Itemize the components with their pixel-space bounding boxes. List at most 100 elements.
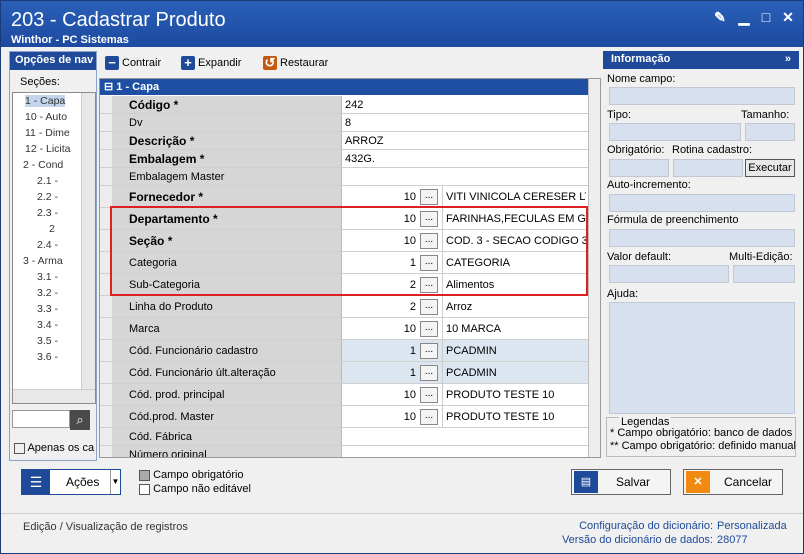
save-button[interactable]: ▤ Salvar	[571, 469, 671, 495]
section-search-input[interactable]	[12, 410, 70, 428]
grid-row[interactable]: Embalagem * 432G.	[100, 150, 588, 168]
edit-icon[interactable]: ✎	[713, 10, 727, 24]
tree-item[interactable]: 2.4 -	[37, 239, 58, 251]
field-value[interactable]	[342, 446, 588, 457]
grid-row[interactable]: Cód. prod. principal 10... PRODUTO TESTE 1…	[100, 384, 588, 406]
row-indicator	[100, 96, 112, 113]
ajuda-field[interactable]	[609, 302, 795, 414]
field-code[interactable]: 2	[342, 296, 416, 317]
grid-row[interactable]: Código * 242	[100, 96, 588, 114]
lookup-button[interactable]: ...	[420, 365, 438, 381]
chevron-down-icon[interactable]: ▼	[110, 470, 120, 494]
tree-item[interactable]: 3.2 -	[37, 287, 58, 299]
checkbox-box[interactable]	[14, 442, 25, 454]
field-value[interactable]: 10... VITI VINICOLA CERESER LTD	[342, 186, 588, 207]
minus-icon: −	[105, 56, 119, 70]
field-value[interactable]: ARROZ	[342, 132, 588, 149]
executar-button[interactable]: Executar	[745, 159, 795, 177]
grid-row[interactable]: Linha do Produto 2... Arroz	[100, 296, 588, 318]
tree-item[interactable]: 2 - Cond	[23, 159, 63, 171]
close-button[interactable]: ✕	[781, 10, 795, 24]
tree-horizontal-scrollbar[interactable]	[13, 389, 95, 403]
only-required-checkbox[interactable]: Apenas os ca	[14, 442, 94, 454]
lookup-button[interactable]: ...	[420, 299, 438, 315]
grid-row[interactable]: Dv 8	[100, 114, 588, 132]
collapse-label: Contrair	[122, 57, 162, 69]
grid-row[interactable]: Número original	[100, 446, 588, 457]
autoinc-field[interactable]	[609, 194, 795, 212]
lookup-button[interactable]: ...	[420, 321, 438, 337]
maximize-button[interactable]: □	[759, 10, 773, 24]
tree-item[interactable]: 3 - Arma	[23, 255, 63, 267]
grid-row[interactable]: Cód.prod. Master 10... PRODUTO TESTE 10	[100, 406, 588, 428]
tree-item[interactable]: 11 - Dime	[25, 127, 70, 139]
tree-item[interactable]: 3.1 -	[37, 271, 58, 283]
lookup-button[interactable]: ...	[420, 343, 438, 359]
rotina-field[interactable]	[673, 159, 743, 177]
tree-item[interactable]: 2	[49, 223, 55, 235]
tree-item[interactable]: 3.5 -	[37, 335, 58, 347]
tree-item[interactable]: 10 - Auto	[25, 111, 67, 123]
grid-vertical-scrollbar[interactable]	[588, 79, 600, 457]
title-bar: 203 - Cadastrar Produto Winthor - PC Sis…	[1, 1, 803, 47]
collapse-button[interactable]: − Contrair	[105, 56, 161, 70]
field-value[interactable]: 10... PRODUTO TESTE 10	[342, 406, 588, 427]
nome-campo-field[interactable]	[609, 87, 795, 105]
field-value[interactable]	[342, 428, 588, 445]
tree-vertical-scrollbar[interactable]	[81, 93, 95, 389]
actions-button[interactable]: ☰ Ações ▼	[21, 469, 121, 495]
tree-item[interactable]: 3.4 -	[37, 319, 58, 331]
valor-default-field[interactable]	[609, 265, 729, 283]
lookup-button[interactable]: ...	[420, 409, 438, 425]
grid-row[interactable]: Cód. Funcionário cadastro 1... PCADMIN	[100, 340, 588, 362]
field-value[interactable]	[342, 168, 588, 185]
field-code[interactable]: 1	[342, 340, 416, 361]
field-value[interactable]: 10... 10 MARCA	[342, 318, 588, 339]
tree-item[interactable]: 1 - Capa	[25, 95, 66, 107]
tree-item[interactable]: 2.2 -	[37, 191, 58, 203]
formula-field[interactable]	[609, 229, 795, 247]
field-value[interactable]: 432G.	[342, 150, 588, 167]
field-code[interactable]: 10	[342, 384, 416, 405]
field-value[interactable]: 8	[342, 114, 588, 131]
minimize-button[interactable]: ▁	[737, 10, 751, 24]
tree-item[interactable]: 12 - Licita	[25, 143, 71, 155]
field-value[interactable]: 10... PRODUTO TESTE 10	[342, 384, 588, 405]
grid-row[interactable]: Descrição * ARROZ	[100, 132, 588, 150]
row-indicator	[100, 168, 112, 185]
grid-row[interactable]: Cód. Fábrica	[100, 428, 588, 446]
field-code[interactable]: 10	[342, 318, 416, 339]
cancel-button[interactable]: ✕ Cancelar	[683, 469, 783, 495]
tree-item[interactable]: 3.6 -	[37, 351, 58, 363]
lookup-button[interactable]: ...	[420, 189, 438, 205]
only-required-label: Apenas os ca	[27, 442, 95, 454]
expand-button[interactable]: + Expandir	[181, 56, 241, 70]
grid-row[interactable]: Embalagem Master	[100, 168, 588, 186]
restore-button[interactable]: ↺ Restaurar	[263, 56, 328, 70]
tree-item[interactable]: 3.3 -	[37, 303, 58, 315]
field-code[interactable]: 10	[342, 186, 416, 207]
field-value[interactable]: 1... PCADMIN	[342, 362, 588, 383]
grid-row[interactable]: Fornecedor * 10... VITI VINICOLA CERESER L…	[100, 186, 588, 208]
save-label: Salvar	[616, 475, 651, 489]
tipo-field[interactable]	[609, 123, 741, 141]
grid-row[interactable]: Cód. Funcionário últ.alteração 1... PCADMI…	[100, 362, 588, 384]
info-panel: Informação » Nome campo: Tipo: Tamanho: O…	[603, 51, 799, 461]
field-value[interactable]: 2... Arroz	[342, 296, 588, 317]
tree-item[interactable]: 2.1 -	[37, 175, 58, 187]
field-value[interactable]: 1... PCADMIN	[342, 340, 588, 361]
field-value[interactable]: 242	[342, 96, 588, 113]
multi-edicao-field[interactable]	[733, 265, 795, 283]
group-header[interactable]: ⊟ 1 - Capa	[100, 79, 588, 95]
search-icon[interactable]: ⌕	[70, 410, 90, 430]
field-code[interactable]: 10	[342, 406, 416, 427]
grid-row[interactable]: Marca 10... 10 MARCA	[100, 318, 588, 340]
tree-item[interactable]: 2.3 -	[37, 207, 58, 219]
double-chevron-icon[interactable]: »	[785, 53, 791, 65]
tamanho-field[interactable]	[745, 123, 795, 141]
field-code[interactable]: 1	[342, 362, 416, 383]
lookup-button[interactable]: ...	[420, 387, 438, 403]
nome-campo-label: Nome campo:	[607, 73, 676, 85]
sections-tree[interactable]: 1 - Capa 10 - Auto 11 - Dime 12 - Licita 2 -…	[12, 92, 96, 404]
obrigatorio-field[interactable]	[609, 159, 669, 177]
